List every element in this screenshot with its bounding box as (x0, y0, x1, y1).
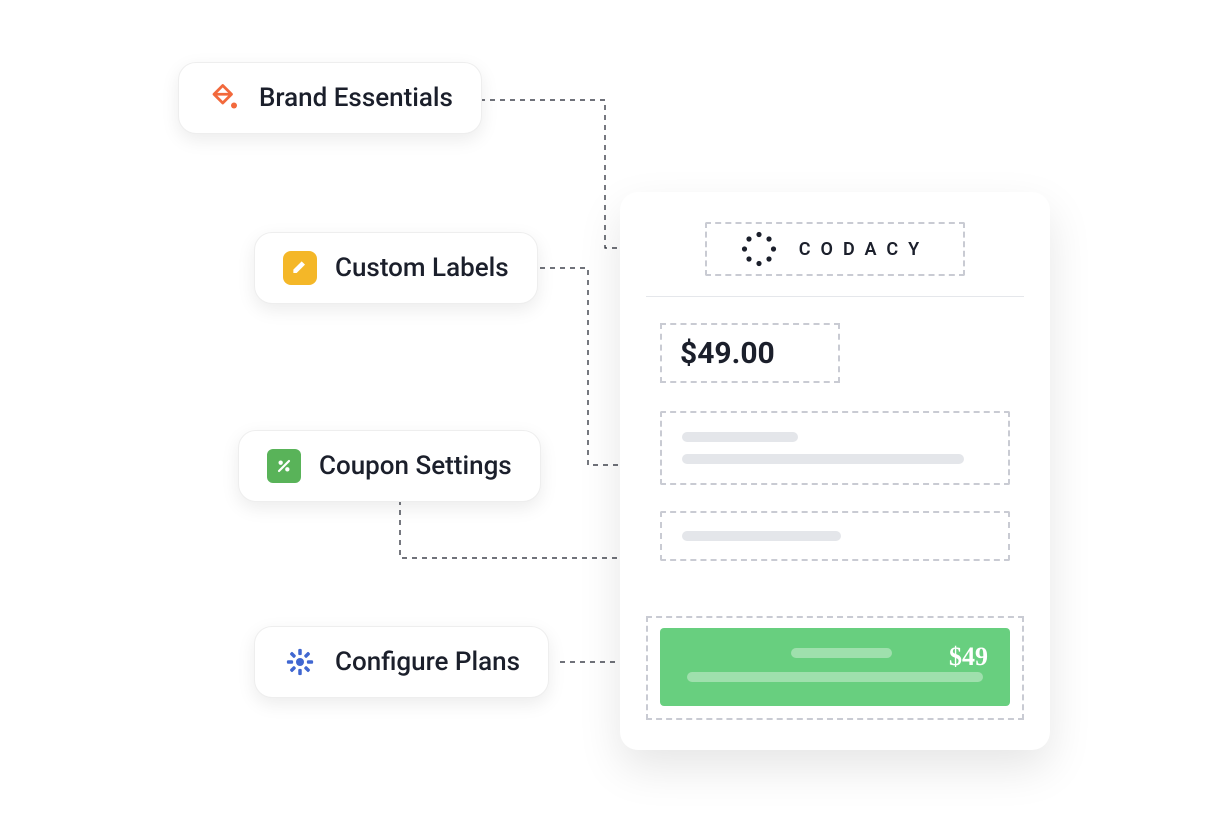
feature-coupon-settings[interactable]: Coupon Settings (238, 430, 541, 502)
brand-logo-icon (741, 231, 777, 267)
diagram-stage: Brand Essentials Custom Labels Coupon Se… (0, 0, 1208, 840)
placeholder-bar (682, 531, 841, 541)
plan-cta[interactable]: $49 (660, 628, 1010, 706)
feature-label: Coupon Settings (319, 451, 512, 481)
divider (646, 296, 1024, 297)
coupon-slot (660, 511, 1010, 561)
placeholder-bar (682, 454, 964, 464)
labels-slot (660, 411, 1010, 485)
price-value: $49.00 (680, 336, 775, 371)
placeholder-bar (687, 672, 982, 682)
feature-configure-plans[interactable]: Configure Plans (254, 626, 549, 698)
edit-chat-icon (283, 251, 317, 285)
placeholder-bar (791, 648, 891, 658)
feature-label: Configure Plans (335, 647, 520, 677)
placeholder-bar (682, 432, 798, 442)
price-slot: $49.00 (660, 323, 840, 383)
paint-fill-icon (207, 81, 241, 115)
feature-label: Brand Essentials (259, 83, 453, 113)
gear-icon (283, 645, 317, 679)
checkout-preview-card: CODACY $49.00 $49 (620, 192, 1050, 750)
coupon-icon (267, 449, 301, 483)
feature-label: Custom Labels (335, 253, 509, 283)
feature-custom-labels[interactable]: Custom Labels (254, 232, 538, 304)
plan-cta-price: $49 (949, 642, 988, 672)
feature-brand-essentials[interactable]: Brand Essentials (178, 62, 482, 134)
brand-header-slot: CODACY (705, 222, 965, 276)
brand-name: CODACY (799, 239, 929, 260)
plan-slot: $49 (646, 616, 1024, 720)
